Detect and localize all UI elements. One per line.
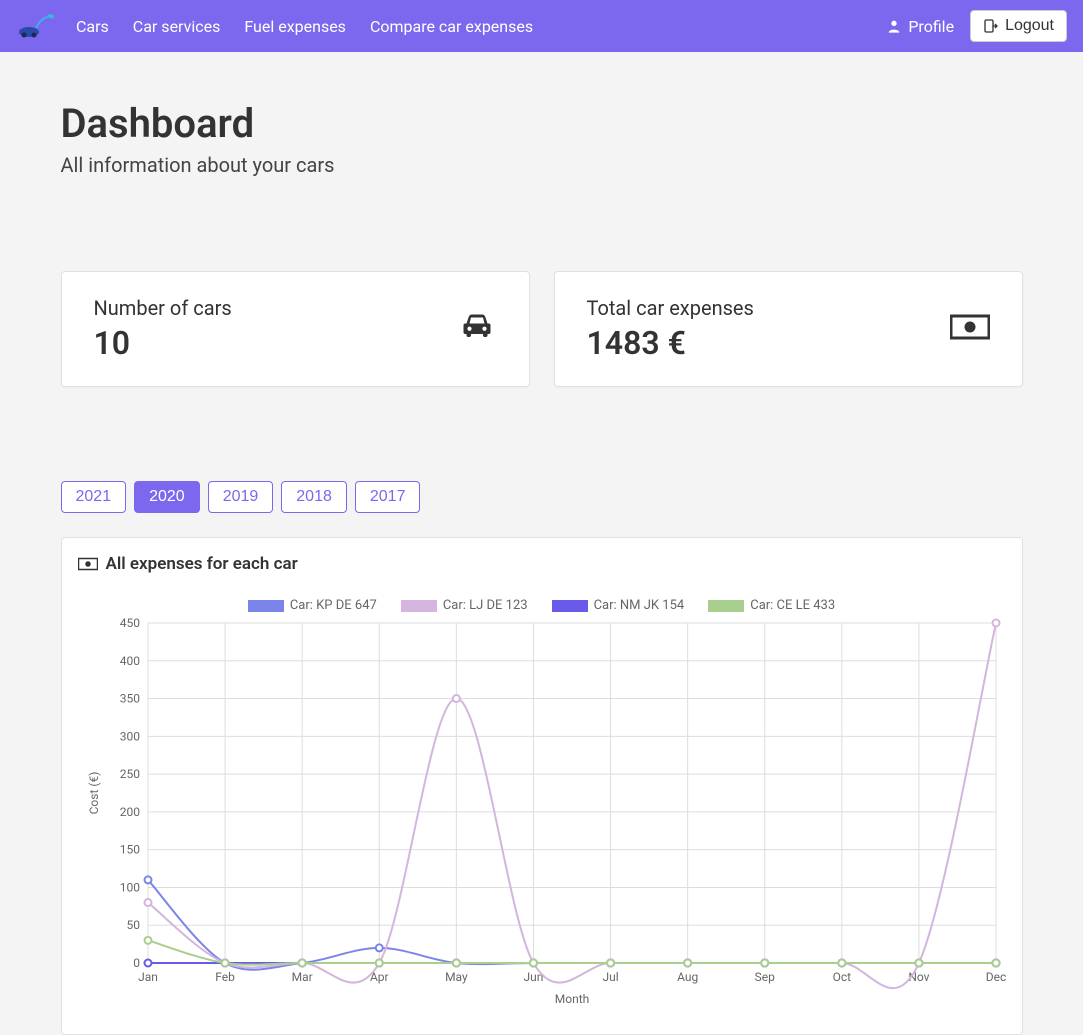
- svg-text:300: 300: [119, 729, 139, 743]
- year-tabs: 2021 2020 2019 2018 2017: [61, 481, 1023, 513]
- svg-text:Oct: Oct: [832, 970, 851, 984]
- svg-text:350: 350: [119, 692, 139, 706]
- year-tab-2021[interactable]: 2021: [61, 481, 127, 513]
- svg-text:50: 50: [126, 918, 140, 932]
- car-icon: [457, 307, 497, 352]
- legend-item[interactable]: Car: KP DE 647: [248, 598, 377, 613]
- legend-swatch: [708, 600, 744, 612]
- legend-label: Car: NM JK 154: [594, 598, 685, 613]
- nav-cars[interactable]: Cars: [76, 17, 109, 36]
- chart-legend: Car: KP DE 647 Car: LJ DE 123 Car: NM JK 1…: [78, 598, 1006, 613]
- svg-text:100: 100: [119, 880, 139, 894]
- legend-label: Car: LJ DE 123: [443, 598, 528, 613]
- navbar: Cars Car services Fuel expenses Compare …: [0, 0, 1083, 52]
- svg-text:400: 400: [119, 654, 139, 668]
- legend-item[interactable]: Car: NM JK 154: [552, 598, 685, 613]
- svg-text:Dec: Dec: [985, 970, 1005, 984]
- legend-item[interactable]: Car: CE LE 433: [708, 598, 835, 613]
- money-icon: [950, 308, 990, 350]
- person-icon: [886, 18, 902, 34]
- svg-text:250: 250: [119, 767, 139, 781]
- svg-text:Jan: Jan: [138, 970, 158, 984]
- legend-label: Car: CE LE 433: [750, 598, 835, 613]
- svg-text:Month: Month: [554, 992, 588, 1006]
- year-tab-2019[interactable]: 2019: [208, 481, 274, 513]
- money-icon: [78, 557, 98, 571]
- legend-swatch: [248, 600, 284, 612]
- card-value: 1483 €: [587, 324, 754, 362]
- svg-text:Jul: Jul: [602, 970, 618, 984]
- nav-links: Cars Car services Fuel expenses Compare …: [76, 17, 886, 36]
- page-subtitle: All information about your cars: [61, 153, 1023, 177]
- logout-icon: [983, 18, 999, 34]
- card-number-of-cars: Number of cars 10: [61, 271, 530, 387]
- nav-car-services[interactable]: Car services: [133, 17, 221, 36]
- legend-swatch: [552, 600, 588, 612]
- svg-text:May: May: [445, 970, 468, 984]
- svg-text:Mar: Mar: [291, 970, 312, 984]
- card-value: 10: [94, 324, 232, 362]
- app-logo[interactable]: [16, 12, 56, 40]
- legend-item[interactable]: Car: LJ DE 123: [401, 598, 528, 613]
- profile-label: Profile: [908, 17, 954, 36]
- logout-button[interactable]: Logout: [970, 10, 1067, 42]
- year-tab-2020[interactable]: 2020: [134, 481, 200, 513]
- svg-text:150: 150: [119, 843, 139, 857]
- legend-swatch: [401, 600, 437, 612]
- svg-text:Sep: Sep: [754, 970, 774, 984]
- chart-title-text: All expenses for each car: [106, 554, 298, 574]
- card-label: Total car expenses: [587, 296, 754, 320]
- svg-text:Feb: Feb: [215, 970, 235, 984]
- page-title: Dashboard: [61, 100, 1023, 147]
- nav-compare-car-expenses[interactable]: Compare car expenses: [370, 17, 533, 36]
- svg-text:Cost (€): Cost (€): [87, 772, 101, 815]
- chart-card: All expenses for each car Car: KP DE 647…: [61, 537, 1023, 1035]
- nav-fuel-expenses[interactable]: Fuel expenses: [244, 17, 346, 36]
- svg-text:Aug: Aug: [677, 970, 698, 984]
- legend-label: Car: KP DE 647: [290, 598, 377, 613]
- profile-link[interactable]: Profile: [886, 17, 954, 36]
- year-tab-2018[interactable]: 2018: [281, 481, 347, 513]
- svg-text:0: 0: [133, 956, 140, 970]
- year-tab-2017[interactable]: 2017: [355, 481, 421, 513]
- chart-title-row: All expenses for each car: [78, 554, 1006, 574]
- svg-text:200: 200: [119, 805, 139, 819]
- card-label: Number of cars: [94, 296, 232, 320]
- svg-text:450: 450: [119, 616, 139, 630]
- logout-label: Logout: [1005, 17, 1054, 35]
- expenses-line-chart: 050100150200250300350400450JanFebMarAprM…: [78, 613, 1006, 1013]
- card-total-expenses: Total car expenses 1483 €: [554, 271, 1023, 387]
